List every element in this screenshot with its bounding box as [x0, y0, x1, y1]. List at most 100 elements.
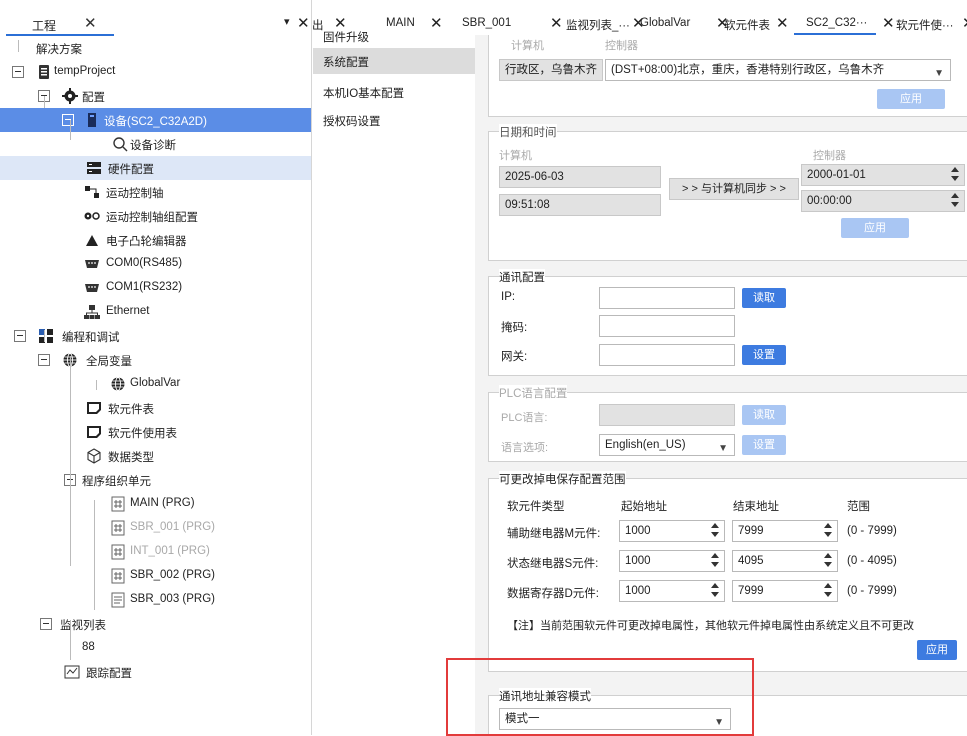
tab-close-icon[interactable]: ✕: [882, 14, 895, 32]
tree-item[interactable]: 数据类型: [0, 444, 311, 468]
tree-item[interactable]: MAIN (PRG): [0, 492, 311, 516]
panel-close-icon[interactable]: ✕: [297, 14, 310, 32]
st-program-icon: [110, 592, 126, 608]
language-option-select[interactable]: English(en_US) ▼: [599, 434, 735, 456]
tree-item-label: 软元件使用表: [108, 428, 177, 440]
editor-tab-label[interactable]: 监视列表_···: [566, 17, 630, 33]
tree-item[interactable]: 运动控制轴: [0, 180, 311, 204]
ld-program-icon: [110, 520, 126, 536]
project-panel-title[interactable]: 工程: [32, 17, 56, 34]
tree-item[interactable]: SBR_003 (PRG): [0, 588, 311, 612]
m-end-input[interactable]: 7999: [732, 520, 838, 542]
collapse-toggle-icon[interactable]: [14, 330, 26, 342]
editor-tab-label[interactable]: 软元件使···: [896, 17, 954, 33]
collapse-toggle-icon[interactable]: [40, 618, 52, 630]
settings-nav-item[interactable]: 系统配置: [313, 48, 475, 74]
s-end-input[interactable]: 4095: [732, 550, 838, 572]
spinner-icon[interactable]: [951, 193, 960, 207]
tree-item[interactable]: 88: [0, 636, 311, 660]
d-start-input[interactable]: 1000: [619, 580, 725, 602]
collapse-toggle-icon[interactable]: [38, 354, 50, 366]
project-icon: [36, 64, 52, 80]
tree-item[interactable]: 软元件使用表: [0, 420, 311, 444]
tree-connector-line: [96, 476, 97, 486]
tree-connector-line: [70, 330, 71, 331]
spinner-icon[interactable]: [711, 583, 720, 597]
tree-item[interactable]: 软元件表: [0, 396, 311, 420]
device-icon: [84, 112, 100, 128]
tree-item[interactable]: 程序组织单元: [0, 468, 311, 492]
ctrl-time-field[interactable]: 00:00:00: [801, 190, 965, 212]
project-tab-close-icon[interactable]: ✕: [84, 14, 97, 32]
plc-language-panel: PLC语言配置 PLC语言: 读取 语言选项: English(en_US) ▼ …: [488, 385, 967, 462]
tree-item[interactable]: 解决方案: [0, 36, 311, 60]
tab-close-icon[interactable]: ✕: [776, 14, 789, 32]
tree-item[interactable]: tempProject: [0, 60, 311, 84]
tz-controller-label: 控制器: [605, 40, 638, 52]
settings-nav: 固件升级 系统配置 本机IO基本配置 授权码设置: [313, 32, 475, 735]
tz-controller-select[interactable]: (DST+08:00)北京，重庆，香港特别行政区，乌鲁木齐 ▼: [605, 59, 951, 81]
tree-item[interactable]: 跟踪配置: [0, 660, 311, 684]
tree-item-label: 跟踪配置: [86, 668, 132, 680]
ip-read-button[interactable]: 读取: [742, 288, 786, 308]
dt-controller-label: 控制器: [813, 150, 846, 162]
spinner-icon[interactable]: [711, 553, 720, 567]
panel-menu-dropdown-icon[interactable]: ▾: [284, 15, 290, 28]
plc-language-set-button[interactable]: 设置: [742, 435, 786, 455]
tree-item[interactable]: Ethernet: [0, 300, 311, 324]
retain-apply-button[interactable]: 应用: [917, 640, 957, 660]
gateway-input[interactable]: [599, 344, 735, 366]
tree-item[interactable]: 运动控制轴组配置: [0, 204, 311, 228]
tab-close-icon[interactable]: ✕: [962, 14, 967, 32]
tree-item[interactable]: COM1(RS232): [0, 276, 311, 300]
d-end-input[interactable]: 7999: [732, 580, 838, 602]
tree-item[interactable]: 编程和调试: [0, 324, 311, 348]
col-header-start: 起始地址: [621, 501, 667, 513]
plc-language-title: PLC语言配置: [499, 385, 568, 401]
ip-input[interactable]: [599, 287, 735, 309]
spinner-icon[interactable]: [824, 523, 833, 537]
tree-item[interactable]: 全局变量: [0, 348, 311, 372]
tree-item-label: COM0(RS485): [106, 257, 183, 269]
collapse-toggle-icon[interactable]: [12, 66, 24, 78]
cam-icon: [84, 232, 100, 248]
tree-item[interactable]: 设备(SC2_C32A2D): [0, 108, 311, 132]
tree-item-label: 设备(SC2_C32A2D): [104, 116, 207, 128]
tree-item[interactable]: GlobalVar: [0, 372, 311, 396]
editor-tab-label[interactable]: 软元件表: [724, 17, 770, 33]
settings-nav-item[interactable]: 固件升级: [313, 23, 475, 49]
tab-close-icon[interactable]: ✕: [550, 14, 563, 32]
s-start-input[interactable]: 1000: [619, 550, 725, 572]
editor-tab-label[interactable]: GlobalVar: [640, 17, 690, 29]
tree-connector-line: [44, 96, 45, 108]
spinner-icon[interactable]: [951, 167, 960, 181]
spinner-icon[interactable]: [824, 553, 833, 567]
tree-item[interactable]: SBR_001 (PRG): [0, 516, 311, 540]
settings-nav-item[interactable]: 授权码设置: [313, 107, 475, 133]
mask-input[interactable]: [599, 315, 735, 337]
tree-item[interactable]: SBR_002 (PRG): [0, 564, 311, 588]
ctrl-date-field[interactable]: 2000-01-01: [801, 164, 965, 186]
editor-tab-label[interactable]: SC2_C32···: [806, 17, 867, 29]
tree-item[interactable]: 设备诊断: [0, 132, 311, 156]
tree-connector-line: [96, 380, 97, 390]
tree-item[interactable]: COM0(RS485): [0, 252, 311, 276]
tree-item[interactable]: 硬件配置: [0, 156, 311, 180]
spinner-icon[interactable]: [824, 583, 833, 597]
spinner-icon[interactable]: [711, 523, 720, 537]
ld-program-icon: [110, 568, 126, 584]
settings-nav-item[interactable]: 本机IO基本配置: [313, 79, 475, 105]
m-start-input[interactable]: 1000: [619, 520, 725, 542]
plc-language-read-button[interactable]: 读取: [742, 405, 786, 425]
tree-item[interactable]: 电子凸轮编辑器: [0, 228, 311, 252]
settings-content: 计算机 控制器 行政区，乌鲁木齐 (DST+08:00)北京，重庆，香港特别行政…: [475, 35, 967, 735]
tree-item[interactable]: 监视列表: [0, 612, 311, 636]
sync-with-computer-button[interactable]: > > 与计算机同步 > >: [669, 178, 799, 200]
tz-apply-button[interactable]: 应用: [877, 89, 945, 109]
comm-set-button[interactable]: 设置: [742, 345, 786, 365]
collapse-toggle-icon[interactable]: [62, 114, 74, 126]
dt-apply-button[interactable]: 应用: [841, 218, 909, 238]
tree-item[interactable]: 配置: [0, 84, 311, 108]
tree-item[interactable]: INT_001 (PRG): [0, 540, 311, 564]
tree-connector-line: [70, 120, 71, 140]
